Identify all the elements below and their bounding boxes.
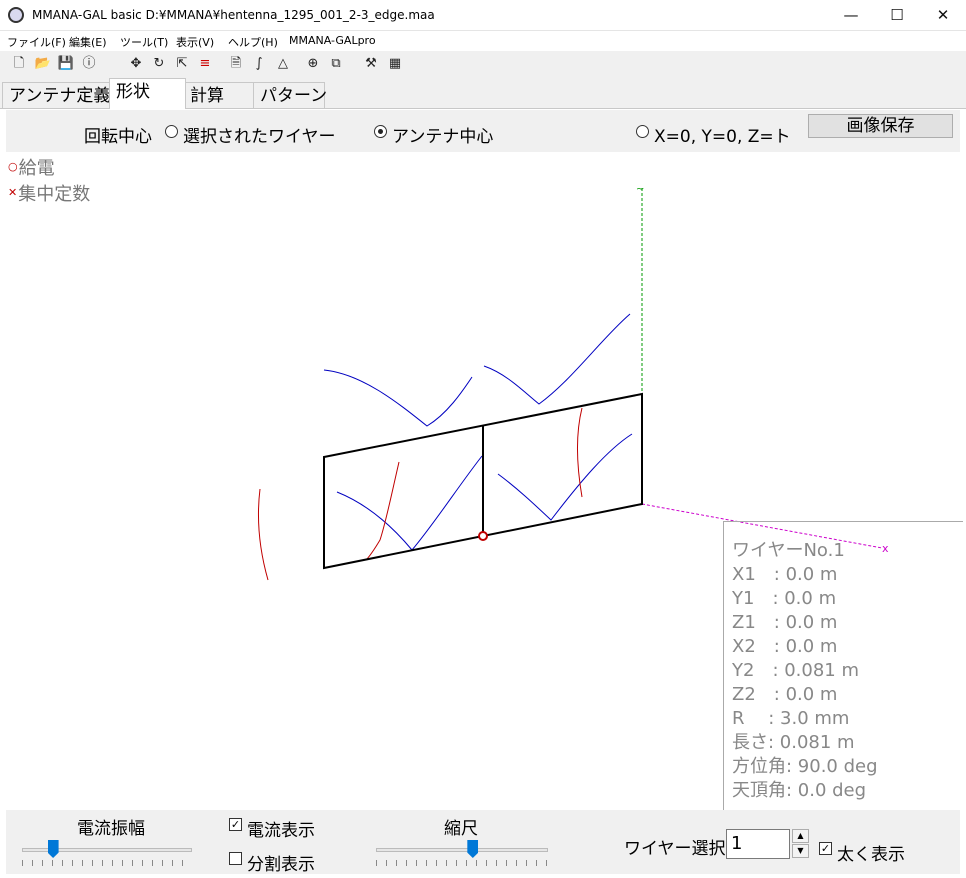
wire-info-z1: Z1 : 0.0 m [732, 612, 838, 633]
wire-info-y1: Y1 : 0.0 m [732, 588, 837, 609]
wire-list-icon[interactable]: ≡ [196, 55, 214, 73]
menu-file[interactable]: ファイル(F) [7, 34, 66, 50]
menu-mmana-gal-pro[interactable]: MMANA-GALpro [289, 34, 376, 47]
current-curve-bottom-left [336, 455, 483, 551]
show-segments-checkbox[interactable] [229, 852, 242, 865]
scale-ticks [376, 860, 548, 866]
bottom-control-panel: 電流振幅 ✓ 電流表示 分割表示 縮尺 ワイヤー選択 1 ▲ ▼ ✓ 太く表示 [6, 810, 960, 875]
radio-origin-label[interactable]: X=0, Y=0, Z=ト [654, 122, 791, 147]
minimize-button[interactable]: — [828, 0, 874, 31]
rotate-icon[interactable]: ↻ [150, 55, 168, 73]
wire-info-y2: Y2 : 0.081 m [732, 660, 860, 681]
wire-select-up-button[interactable]: ▲ [792, 829, 809, 843]
wire-select-down-button[interactable]: ▼ [792, 844, 809, 858]
wire-info-azimuth: 方位角: 90.0 deg [732, 756, 878, 777]
close-button[interactable]: ✕ [920, 0, 966, 31]
scale-label: 縮尺 [444, 819, 478, 839]
tab-calculate[interactable]: 計算 [183, 82, 255, 108]
new-file-icon[interactable]: 🗋 [10, 55, 28, 73]
triangle-icon[interactable]: △ [274, 55, 292, 73]
app-icon [8, 7, 24, 23]
rotation-center-label: 回転中心 [84, 127, 152, 147]
menu-bar: ファイル(F) 編集(E) ツール(T) 表示(V) ヘルプ(H) MMANA-… [0, 31, 966, 51]
menu-tools[interactable]: ツール(T) [120, 34, 168, 50]
radio-origin[interactable] [636, 125, 649, 138]
wire-info-z2: Z2 : 0.0 m [732, 684, 838, 705]
radio-selected-wire-label[interactable]: 選択されたワイヤー [183, 122, 336, 147]
radio-antenna-center-label[interactable]: アンテナ中心 [392, 122, 493, 147]
wire-info-x1: X1 : 0.0 m [732, 564, 838, 585]
current-curve-top-right [483, 313, 631, 405]
current-amplitude-ticks [22, 860, 192, 866]
tab-geometry[interactable]: 形状 [109, 78, 186, 109]
zoom-icon[interactable]: ⇱ [173, 55, 191, 73]
menu-edit[interactable]: 編集(E) [69, 34, 107, 50]
phase-curve-left [257, 488, 269, 581]
show-segments-label[interactable]: 分割表示 [247, 850, 315, 875]
bold-display-label[interactable]: 太く表示 [837, 840, 905, 865]
current-curve-bottom-right [497, 433, 633, 521]
show-current-checkbox[interactable]: ✓ [229, 818, 242, 831]
geometry-canvas[interactable]: ○給電 ✕集中定数 ~ x ワイヤーNo.1 X1 : 0.0 m Y1 : 0… [2, 152, 964, 810]
bold-display-checkbox[interactable]: ✓ [819, 842, 832, 855]
current-amplitude-label: 電流振幅 [77, 819, 145, 839]
wire-select-label: ワイヤー選択 [624, 839, 726, 859]
wire-info-title: ワイヤーNo.1 [732, 540, 845, 561]
menu-help[interactable]: ヘルプ(H) [228, 34, 278, 50]
open-folder-icon[interactable]: 📂 [34, 55, 52, 73]
radio-selected-wire[interactable] [165, 125, 178, 138]
info-icon[interactable]: ⓘ [80, 55, 98, 73]
wire-info-radius: R : 3.0 mm [732, 708, 850, 729]
save-icon[interactable]: 💾 [57, 55, 75, 73]
copy-icon[interactable]: ⧉ [327, 55, 345, 73]
calculator-icon[interactable]: ▦ [386, 55, 404, 73]
phase-curve-right [577, 407, 583, 498]
current-curve-top-left [323, 369, 473, 427]
pen-icon[interactable]: ∫ [250, 55, 268, 73]
wire-info-panel: ワイヤーNo.1 X1 : 0.0 m Y1 : 0.0 m Z1 : 0.0 … [723, 521, 963, 810]
current-amplitude-thumb[interactable] [47, 840, 59, 858]
tab-strip: アンテナ定義 形状 計算 パターン [0, 77, 966, 109]
title-bar: MMANA-GAL basic D:¥MMANA¥hentenna_1295_0… [0, 0, 966, 31]
wire-info-x2: X2 : 0.0 m [732, 636, 838, 657]
show-current-label[interactable]: 電流表示 [247, 816, 315, 841]
scale-thumb[interactable] [467, 840, 479, 858]
menu-view[interactable]: 表示(V) [176, 34, 214, 50]
maximize-button[interactable]: ☐ [874, 0, 920, 31]
radio-antenna-center[interactable] [374, 125, 387, 138]
z-axis-marker: ~ [636, 184, 644, 195]
document-icon[interactable]: 🗎 [227, 55, 245, 73]
tab-pattern[interactable]: パターン [253, 82, 327, 108]
window-title: MMANA-GAL basic D:¥MMANA¥hentenna_1295_0… [32, 8, 435, 22]
wire-info-zenith: 天頂角: 0.0 deg [732, 780, 867, 801]
tab-antenna-definition[interactable]: アンテナ定義 [2, 82, 118, 108]
target-icon[interactable]: ⊕ [304, 55, 322, 73]
rotation-options-bar: 回転中心 選択されたワイヤー アンテナ中心 X=0, Y=0, Z=ト 画像保存 [6, 110, 960, 152]
toolbar: 🗋 📂 💾 ⓘ ✥ ↻ ⇱ ≡ 🗎 ∫ △ ⊕ ⧉ ⚒ ▦ [0, 51, 966, 77]
wire-info-length: 長さ: 0.081 m [732, 732, 855, 753]
wire-select-input[interactable]: 1 [726, 829, 790, 859]
feed-point-icon [478, 531, 488, 541]
current-amplitude-track[interactable] [22, 848, 192, 852]
tools-icon[interactable]: ⚒ [362, 55, 380, 73]
move-icon[interactable]: ✥ [127, 55, 145, 73]
scale-track[interactable] [376, 848, 548, 852]
save-image-button[interactable]: 画像保存 [808, 114, 953, 138]
